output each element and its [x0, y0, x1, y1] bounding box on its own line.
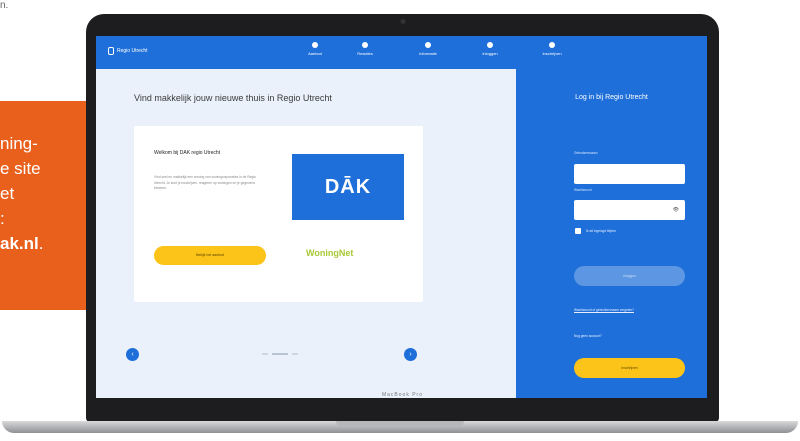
nav-item-label: Inschrijven [542, 51, 562, 56]
promo-line: e site [0, 159, 41, 178]
password-label: Wachtwoord [574, 188, 592, 192]
forgot-credentials-link[interactable]: Wachtwoord of gebruikersnaam vergeten? [574, 308, 634, 312]
login-panel: Log in bij Regio Utrecht Gebruikersnaam … [516, 69, 707, 398]
promo-link[interactable]: ak.nl [0, 234, 39, 253]
promo-line: : [0, 209, 5, 228]
nav-item-label: Informatie [419, 51, 437, 56]
carousel-prev-button[interactable]: ‹ [126, 348, 139, 361]
nav-item-informatie[interactable]: Informatie [409, 42, 447, 56]
show-password-icon[interactable]: 👁 [673, 207, 679, 213]
nav-item-reacties[interactable]: Reacties [346, 42, 384, 56]
main-content: Vind makkelijk jouw nieuwe thuis in Regi… [96, 69, 516, 398]
caption-fragment: n. [0, 0, 9, 11]
register-button[interactable]: Inschrijven [574, 358, 685, 378]
home-icon [312, 42, 318, 48]
laptop-brand: MacBook Pro [381, 392, 423, 398]
logo-mark-icon [108, 47, 114, 55]
password-input[interactable]: 👁 [574, 200, 685, 220]
promo-line: et [0, 184, 15, 203]
promo-line: ning- [0, 134, 38, 153]
promo-panel: ning- e site et : ak.nl. [0, 101, 90, 310]
remember-me-label: Ik wil ingelogd blijven [586, 229, 616, 233]
add-user-icon [549, 42, 555, 48]
nav-item-label: Inloggen [482, 51, 498, 56]
carousel-indicators [262, 353, 298, 355]
user-icon [487, 42, 493, 48]
nav-item-inschrijven[interactable]: Inschrijven [533, 42, 571, 56]
nav-item-inloggen[interactable]: Inloggen [471, 42, 509, 56]
nav-item-aanbod[interactable]: Aanbod [296, 42, 334, 56]
site-logo[interactable]: Regio Utrecht [108, 47, 148, 55]
card-title: Welkom bij DAK regio Utrecht [154, 150, 221, 156]
login-button[interactable]: Inloggen [574, 266, 685, 286]
card-text: Vind snel en makkelijk een woning van wo… [154, 175, 256, 191]
remember-me-checkbox[interactable] [575, 228, 581, 234]
laptop-screen: Regio Utrecht Aanbod Reacties Informatie… [96, 36, 707, 398]
carousel-next-button[interactable]: › [404, 348, 417, 361]
promo-link-line: ak.nl. [0, 231, 90, 256]
info-icon [425, 42, 431, 48]
carousel-dot[interactable] [292, 353, 298, 355]
nav-item-label: Aanbod [308, 51, 322, 56]
no-account-text: Nog geen account? [574, 334, 602, 338]
site-logo-text: Regio Utrecht [117, 48, 148, 54]
carousel-dot[interactable] [262, 353, 268, 355]
laptop-notch [336, 421, 464, 427]
username-label: Gebruikersnaam [574, 151, 598, 155]
top-navigation-bar: Regio Utrecht Aanbod Reacties Informatie… [96, 36, 707, 69]
nav-item-label: Reacties [357, 51, 373, 56]
page-headline: Vind makkelijk jouw nieuwe thuis in Regi… [134, 93, 332, 103]
scene: n. ning- e site et : ak.nl. Regio Utrech… [0, 0, 800, 441]
woningnet-logo: WoningNet [306, 248, 354, 258]
welcome-card: Welkom bij DAK regio Utrecht Vind snel e… [134, 126, 423, 302]
laptop: Regio Utrecht Aanbod Reacties Informatie… [86, 14, 719, 422]
dak-logo: DĀK [292, 154, 404, 220]
username-input[interactable] [574, 164, 685, 184]
login-title: Log in bij Regio Utrecht [575, 94, 648, 101]
promo-link-suffix: . [38, 234, 44, 253]
camera-icon [400, 19, 405, 24]
carousel-dot-active[interactable] [272, 353, 288, 355]
person-icon [362, 42, 368, 48]
view-offer-button[interactable]: Bekijk het aanbod [154, 246, 266, 265]
